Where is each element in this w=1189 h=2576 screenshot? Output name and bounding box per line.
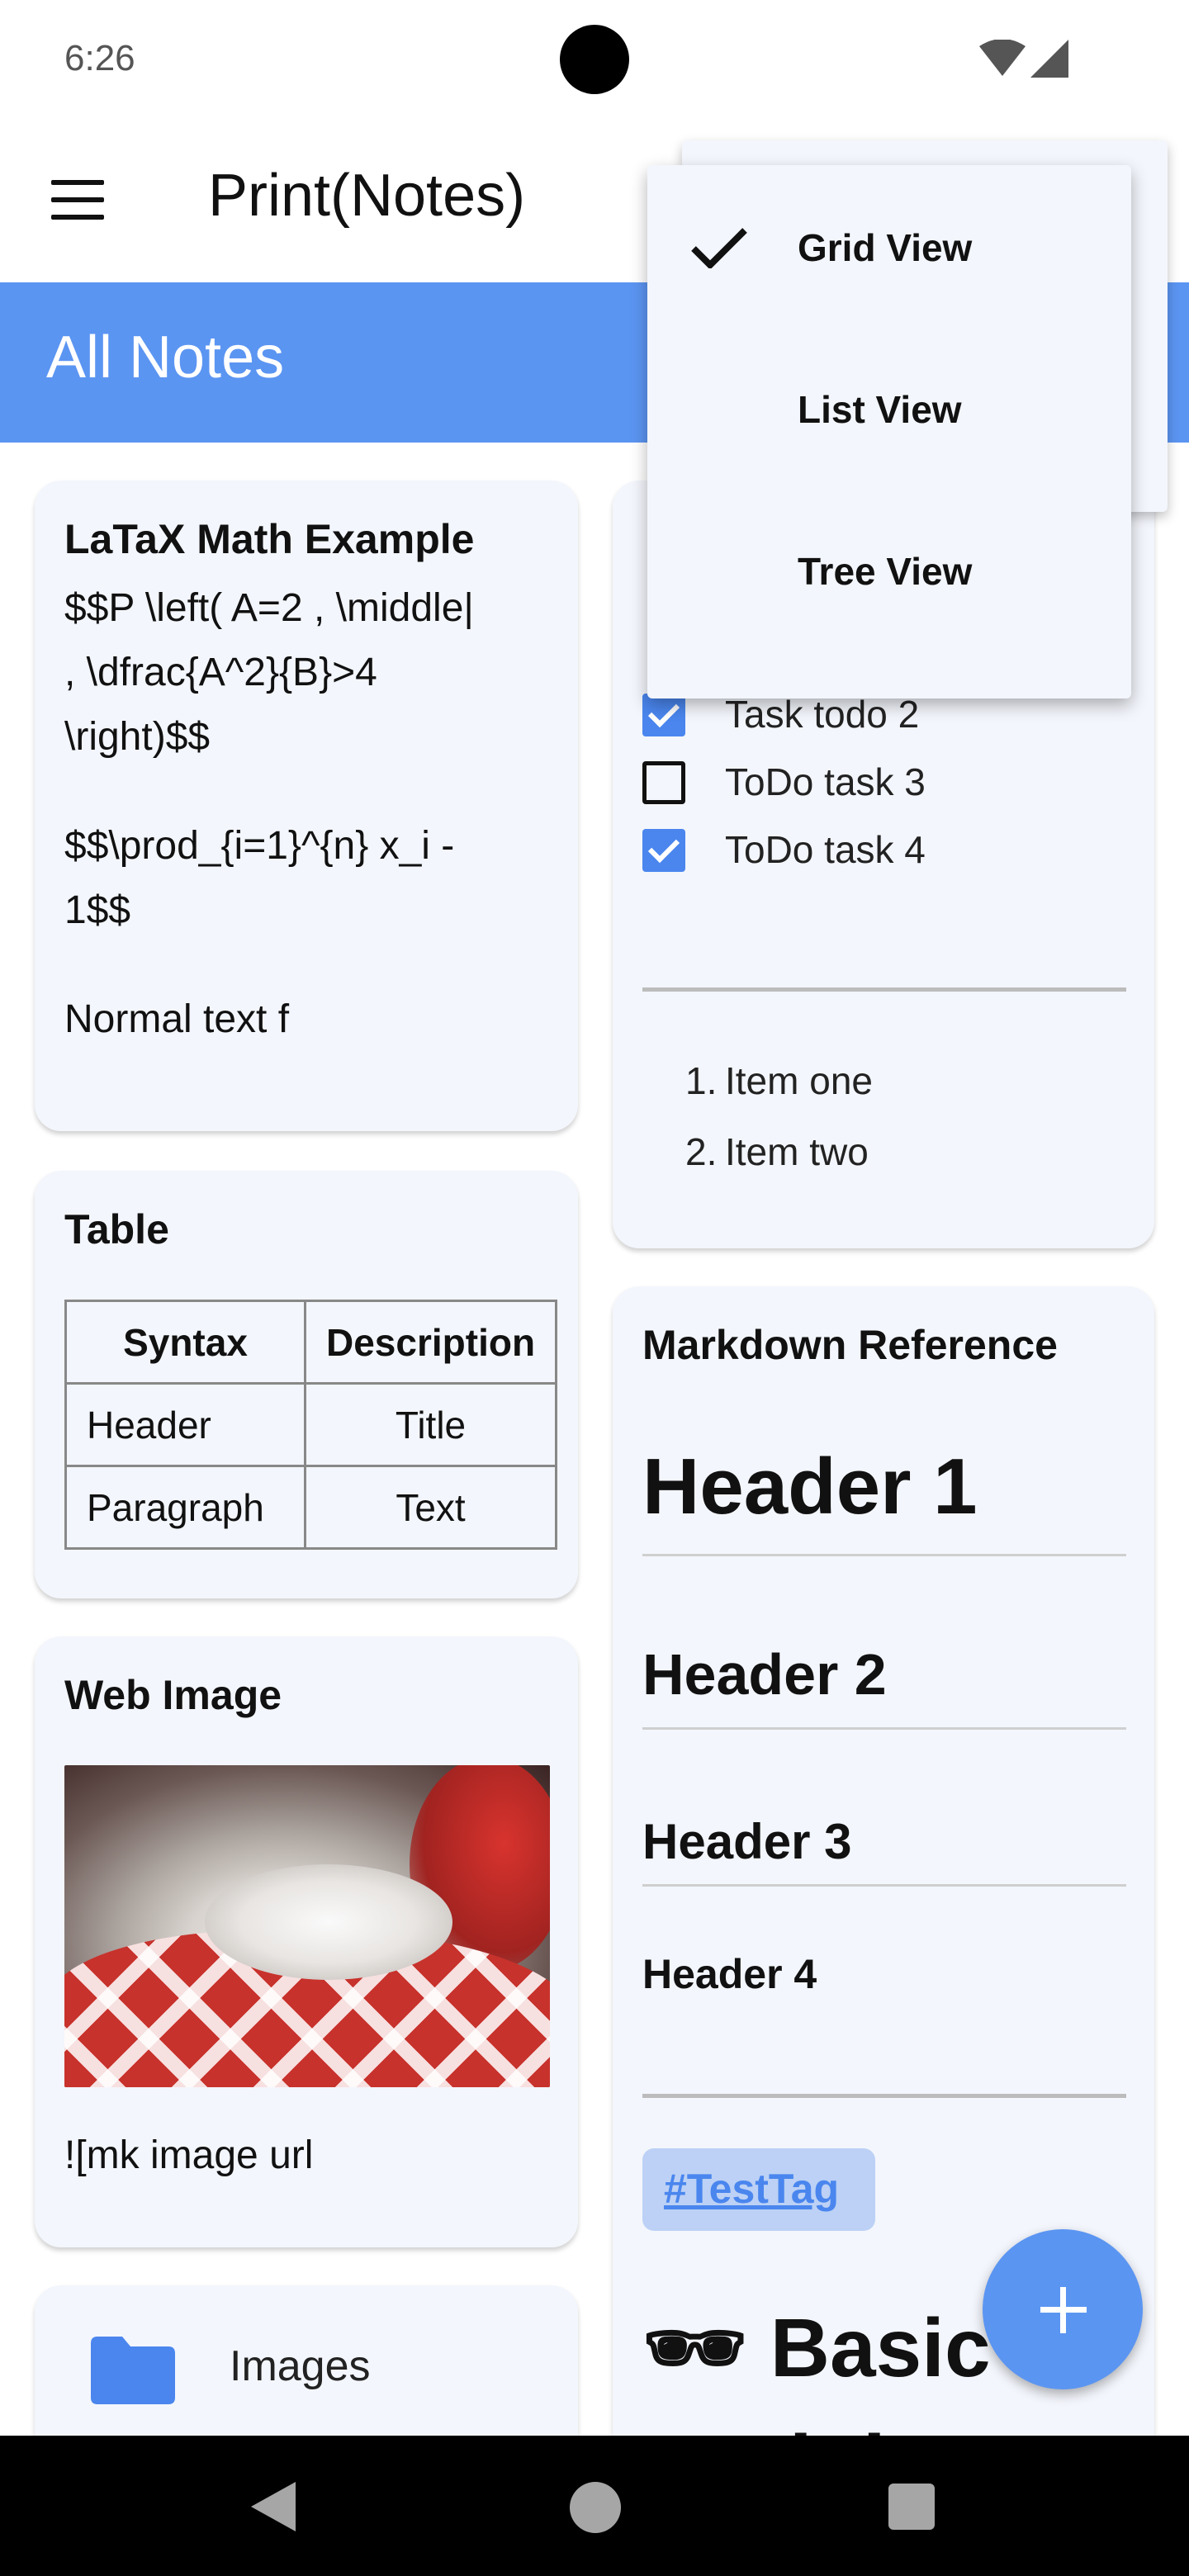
note-card-latex[interactable]: LaTaX Math Example $$P \left( A=2 , \mid… (35, 481, 578, 1131)
menu-item-label: Grid View (798, 226, 973, 269)
ordered-list-number: 1. (685, 1059, 718, 1102)
table-row: Header Title (64, 1382, 558, 1467)
table-cell: Header (64, 1382, 306, 1467)
ordered-list-item: Item one (725, 1059, 873, 1102)
note-text-line: , \dfrac{A^2}{B}>4 (64, 651, 377, 694)
ordered-list-number: 2. (685, 1130, 718, 1173)
horizontal-rule (642, 2094, 1126, 2098)
todo-label: ToDo task 3 (725, 760, 926, 803)
view-mode-menu: Grid View List View Tree View (647, 165, 1131, 698)
status-time: 6:26 (64, 38, 135, 78)
note-title: LaTaX Math Example (64, 516, 475, 562)
heading-underline (642, 1727, 1126, 1730)
hashtag-chip[interactable]: #TestTag (642, 2148, 875, 2231)
table-row: Paragraph Text (64, 1465, 558, 1550)
markdown-big-heading: 🕶 Basic (642, 2302, 991, 2394)
markdown-h2: Header 2 (642, 1642, 887, 1707)
table-cell: Text (303, 1465, 558, 1550)
note-card-web-image[interactable]: Web Image ![mk image url (35, 1636, 578, 2247)
menu-item-tree-view[interactable]: Tree View (647, 489, 1131, 651)
add-note-fab[interactable] (983, 2229, 1143, 2389)
note-card-table[interactable]: Table Syntax Description Header Title Pa… (35, 1171, 578, 1598)
status-bar: 6:26 (0, 0, 1189, 124)
markdown-h1: Header 1 (642, 1442, 978, 1531)
image-caption: ![mk image url (64, 2133, 314, 2177)
checkbox-checked[interactable] (642, 829, 685, 872)
note-text-line: 1$$ (64, 888, 131, 932)
note-text-line: $$P \left( A=2 , \middle| (64, 586, 474, 630)
wifi-icon (979, 40, 1026, 76)
markdown-h4: Header 4 (642, 1951, 817, 1997)
todo-label: ToDo task 4 (725, 828, 926, 871)
todo-label: Task todo 2 (725, 693, 920, 736)
table-cell: Paragraph (64, 1465, 306, 1550)
hashtag-label: #TestTag (664, 2166, 840, 2212)
checkmark-icon (691, 228, 747, 268)
app-title: Print(Notes) (208, 163, 526, 229)
markdown-table: Syntax Description Header Title Paragrap… (64, 1300, 558, 1550)
checkbox-checked[interactable] (642, 694, 685, 736)
heading-underline (642, 1554, 1126, 1556)
table-header-cell: Description (303, 1300, 558, 1385)
menu-item-list-view[interactable]: List View (647, 327, 1131, 489)
folder-icon (91, 2337, 175, 2404)
section-title: All Notes (46, 324, 285, 391)
ordered-list-item: Item two (725, 1130, 869, 1173)
table-header-row: Syntax Description (64, 1300, 558, 1385)
system-nav-bar (0, 2436, 1189, 2576)
kitten-photo (64, 1765, 550, 2087)
note-title: Web Image (64, 1672, 282, 1718)
camera-cutout (560, 25, 629, 94)
hamburger-menu-icon[interactable] (51, 180, 104, 221)
home-icon[interactable] (570, 2482, 621, 2533)
note-title: Table (64, 1206, 169, 1252)
horizontal-rule (642, 987, 1126, 992)
heading-underline (642, 1884, 1126, 1887)
markdown-h3: Header 3 (642, 1814, 852, 1869)
checkbox-unchecked[interactable] (642, 761, 685, 804)
back-icon[interactable] (251, 2482, 296, 2531)
menu-item-label: Tree View (798, 550, 973, 593)
folder-label: Images (230, 2342, 371, 2390)
signal-icon (1030, 40, 1068, 78)
table-cell: Title (303, 1382, 558, 1467)
note-text-line: \right)$$ (64, 715, 211, 759)
recents-icon[interactable] (888, 2484, 935, 2530)
note-text-line: Normal text f (64, 997, 290, 1041)
note-text-line: $$\prod_{i=1}^{n} x_i - (64, 824, 455, 868)
menu-item-grid-view[interactable]: Grid View (647, 165, 1131, 327)
note-title: Markdown Reference (642, 1322, 1058, 1368)
menu-item-label: List View (798, 388, 962, 431)
table-header-cell: Syntax (64, 1300, 306, 1385)
